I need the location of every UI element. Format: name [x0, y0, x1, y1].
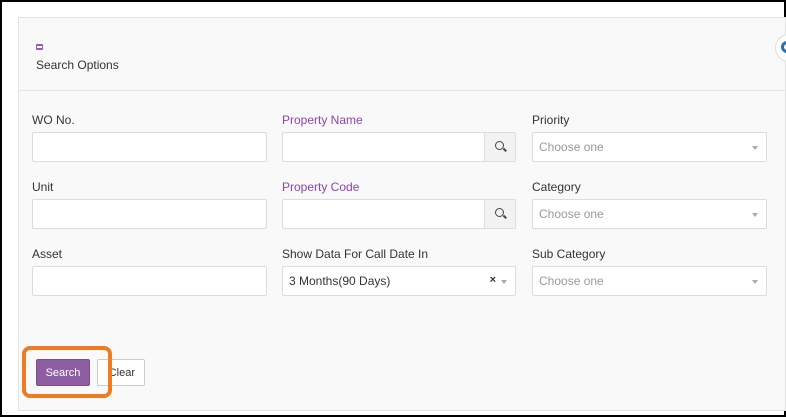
property-code-label: Property Code: [282, 180, 360, 194]
property-name-label: Property Name: [282, 113, 363, 127]
chevron-down-icon: [752, 146, 758, 150]
search-options-panel: Search Options WO No. Property Name Prio…: [18, 17, 786, 411]
asset-input[interactable]: [32, 266, 267, 296]
sub-category-placeholder: Choose one: [539, 274, 604, 288]
search-button[interactable]: Search: [36, 359, 90, 386]
wo-no-input[interactable]: [32, 132, 267, 162]
property-name-search-button[interactable]: [484, 133, 515, 161]
search-icon: [495, 208, 504, 217]
category-label: Category: [532, 180, 581, 194]
category-select[interactable]: Choose one: [532, 199, 767, 229]
call-date-value: 3 Months(90 Days): [289, 274, 391, 288]
priority-select[interactable]: Choose one: [532, 132, 767, 162]
sub-category-label: Sub Category: [532, 247, 606, 261]
unit-input[interactable]: [32, 199, 267, 229]
call-date-label: Show Data For Call Date In: [282, 247, 429, 261]
sub-category-select[interactable]: Choose one: [532, 266, 767, 296]
property-name-input[interactable]: [282, 132, 516, 162]
unit-label: Unit: [32, 180, 54, 194]
property-code-search-button[interactable]: [484, 200, 515, 228]
panel-title: Search Options: [36, 58, 119, 72]
help-icon[interactable]: [775, 34, 786, 62]
chevron-down-icon: [752, 213, 758, 217]
panel-header: Search Options: [19, 18, 786, 91]
clear-button[interactable]: Clear: [97, 359, 145, 386]
property-code-input[interactable]: [282, 199, 516, 229]
search-icon: [495, 141, 504, 150]
clear-selection-icon[interactable]: ×: [490, 274, 496, 286]
collapse-icon[interactable]: [36, 44, 43, 50]
priority-label: Priority: [532, 113, 570, 127]
asset-label: Asset: [32, 247, 63, 261]
chevron-down-icon: [501, 280, 507, 284]
priority-placeholder: Choose one: [539, 140, 604, 154]
category-placeholder: Choose one: [539, 207, 604, 221]
call-date-select[interactable]: 3 Months(90 Days) ×: [282, 266, 516, 296]
chevron-down-icon: [752, 280, 758, 284]
wo-no-label: WO No.: [32, 113, 75, 127]
